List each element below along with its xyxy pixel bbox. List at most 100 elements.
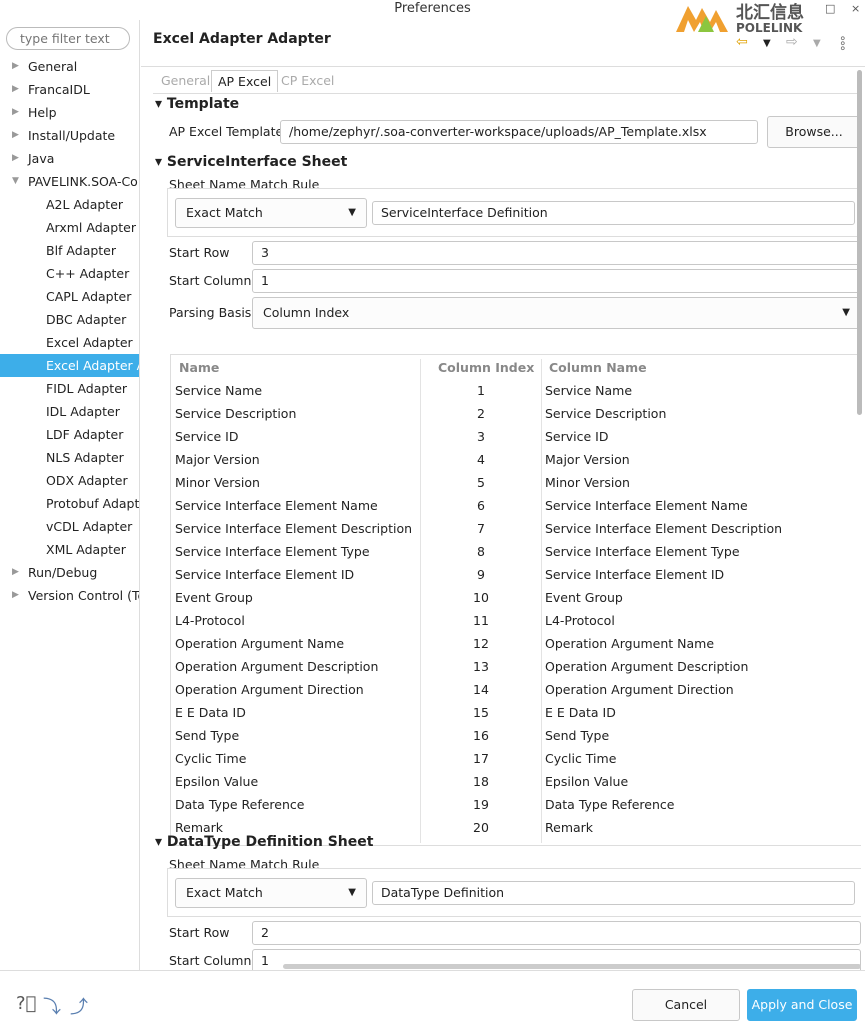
chevron-right-icon[interactable]: ▶ bbox=[12, 78, 19, 101]
cell-column-name: Major Version bbox=[545, 452, 630, 467]
tab-ap-excel[interactable]: AP Excel bbox=[211, 70, 279, 92]
sidebar-item[interactable]: CAPL Adapter bbox=[0, 285, 139, 308]
sidebar-item[interactable]: ▶ Java bbox=[0, 147, 139, 170]
cell-column-index: 1 bbox=[477, 383, 485, 398]
start-column-input[interactable]: 1 bbox=[252, 269, 861, 293]
sidebar-item[interactable]: vCDL Adapter bbox=[0, 515, 139, 538]
tab-cp-excel[interactable]: CP Excel bbox=[275, 70, 340, 92]
sidebar-item[interactable]: DBC Adapter bbox=[0, 308, 139, 331]
cell-column-index: 5 bbox=[477, 475, 485, 490]
chevron-right-icon[interactable]: ▶ bbox=[12, 101, 19, 124]
sidebar-item[interactable]: ▶ Run/Debug bbox=[0, 561, 139, 584]
table-row[interactable]: Service Interface Element Description 7 Se… bbox=[171, 517, 861, 540]
chevron-down-icon[interactable]: ▼ bbox=[813, 38, 821, 49]
table-row[interactable]: Service Description 2 Service Description bbox=[171, 402, 861, 425]
template-path-input[interactable]: /home/zephyr/.soa-converter-workspace/up… bbox=[280, 120, 758, 144]
table-row[interactable]: Major Version 4 Major Version bbox=[171, 448, 861, 471]
table-row[interactable]: Operation Argument Direction 14 Operation … bbox=[171, 678, 861, 701]
table-row[interactable]: Operation Argument Name 12 Operation Argum… bbox=[171, 632, 861, 655]
chevron-down-icon[interactable]: ▼ bbox=[763, 38, 771, 49]
tab-general[interactable]: General bbox=[155, 70, 216, 92]
sidebar-item[interactable]: ▶ Help bbox=[0, 101, 139, 124]
match-rule-select[interactable]: Exact Match ▼ bbox=[175, 198, 367, 228]
sidebar-item[interactable]: ▶ FrancaIDL bbox=[0, 78, 139, 101]
sidebar-item[interactable]: NLS Adapter bbox=[0, 446, 139, 469]
sidebar-item[interactable]: ▶ Install/Update bbox=[0, 124, 139, 147]
cancel-button[interactable]: Cancel bbox=[632, 989, 740, 1021]
parsing-basis-select[interactable]: Column Index ▼ bbox=[252, 297, 861, 329]
horizontal-scrollbar[interactable] bbox=[283, 964, 861, 969]
column-header-index[interactable]: Column Index bbox=[438, 360, 534, 375]
sheet-name-input[interactable]: ServiceInterface Definition bbox=[372, 201, 855, 225]
table-row[interactable]: Operation Argument Description 13 Operatio… bbox=[171, 655, 861, 678]
cell-column-index: 13 bbox=[473, 659, 489, 674]
table-row[interactable]: Cyclic Time 17 Cyclic Time bbox=[171, 747, 861, 770]
sidebar-item[interactable]: ODX Adapter bbox=[0, 469, 139, 492]
filter-input[interactable] bbox=[6, 27, 130, 50]
section-serviceinterface[interactable]: ▾ ServiceInterface Sheet bbox=[155, 154, 347, 170]
chevron-right-icon[interactable]: ▶ bbox=[12, 124, 19, 147]
sidebar-item[interactable]: Excel Adapter bbox=[0, 331, 139, 354]
match-rule-select[interactable]: Exact Match ▼ bbox=[175, 878, 367, 908]
table-row[interactable]: Service Interface Element Name 6 Service I… bbox=[171, 494, 861, 517]
sidebar-item-label: DBC Adapter bbox=[46, 312, 127, 327]
help-icon[interactable]: ?⃝ bbox=[16, 993, 36, 1014]
vertical-scrollbar[interactable] bbox=[857, 70, 862, 415]
table-row[interactable]: Send Type 16 Send Type bbox=[171, 724, 861, 747]
sidebar-item[interactable]: LDF Adapter bbox=[0, 423, 139, 446]
table-row[interactable]: L4-Protocol 11 L4-Protocol bbox=[171, 609, 861, 632]
sidebar-item[interactable]: ▶ General bbox=[0, 55, 139, 78]
more-vertical-icon[interactable]: ∘ ∘ ∘ bbox=[839, 32, 847, 54]
template-label: AP Excel Template bbox=[169, 124, 284, 139]
sidebar-item[interactable]: XML Adapter bbox=[0, 538, 139, 561]
start-column-label: Start Column bbox=[169, 953, 252, 968]
cell-column-name: Operation Argument Direction bbox=[545, 682, 734, 697]
table-row[interactable]: Service ID 3 Service ID bbox=[171, 425, 861, 448]
export-icon[interactable]: ⤴ bbox=[70, 993, 88, 1019]
column-header-name[interactable]: Name bbox=[179, 360, 219, 375]
cell-column-name: Data Type Reference bbox=[545, 797, 675, 812]
sidebar-item[interactable]: ▶ Version Control (Te bbox=[0, 584, 140, 607]
start-row-input[interactable]: 2 bbox=[252, 921, 861, 945]
chevron-right-icon[interactable]: ▶ bbox=[12, 55, 19, 78]
sidebar-item[interactable]: Protobuf Adapt bbox=[0, 492, 140, 515]
table-row[interactable]: Data Type Reference 19 Data Type Reference bbox=[171, 793, 861, 816]
sidebar-item-label: LDF Adapter bbox=[46, 427, 124, 442]
chevron-right-icon[interactable]: ▶ bbox=[12, 584, 19, 607]
sheet-name-input[interactable]: DataType Definition bbox=[372, 881, 855, 905]
cell-column-index: 10 bbox=[473, 590, 489, 605]
close-button[interactable]: × bbox=[851, 2, 860, 15]
sidebar-item[interactable]: Excel Adapter A bbox=[0, 354, 139, 377]
chevron-right-icon[interactable]: ▶ bbox=[12, 147, 19, 170]
start-column-label: Start Column bbox=[169, 273, 252, 288]
table-row[interactable]: Service Name 1 Service Name bbox=[171, 379, 861, 402]
sidebar-item-label: Version Control (Te bbox=[28, 588, 140, 603]
sidebar-item[interactable]: Arxml Adapter bbox=[0, 216, 139, 239]
sidebar-item[interactable]: C++ Adapter bbox=[0, 262, 139, 285]
chevron-right-icon[interactable]: ▶ bbox=[12, 561, 19, 584]
table-row[interactable]: Event Group 10 Event Group bbox=[171, 586, 861, 609]
sidebar-item-label: Protobuf Adapt bbox=[46, 496, 140, 511]
sidebar-item[interactable]: FIDL Adapter bbox=[0, 377, 139, 400]
browse-button[interactable]: Browse... bbox=[767, 116, 861, 148]
column-header-column-name[interactable]: Column Name bbox=[549, 360, 647, 375]
import-icon[interactable]: ⤵ bbox=[43, 993, 61, 1019]
table-row[interactable]: Epsilon Value 18 Epsilon Value bbox=[171, 770, 861, 793]
cell-name: Minor Version bbox=[175, 475, 260, 490]
table-row[interactable]: Minor Version 5 Minor Version bbox=[171, 471, 861, 494]
start-row-input[interactable]: 3 bbox=[252, 241, 861, 265]
chevron-down-icon[interactable]: ▼ bbox=[12, 170, 19, 193]
table-row[interactable]: Service Interface Element Type 8 Service I… bbox=[171, 540, 861, 563]
apply-and-close-button[interactable]: Apply and Close bbox=[747, 989, 857, 1021]
maximize-button[interactable]: □ bbox=[825, 2, 835, 15]
arrow-right-icon[interactable]: ⇨ bbox=[786, 34, 798, 50]
section-template[interactable]: ▾ Template bbox=[155, 96, 239, 112]
sidebar-item[interactable]: IDL Adapter bbox=[0, 400, 139, 423]
sidebar-item[interactable]: Blf Adapter bbox=[0, 239, 139, 262]
section-datatype[interactable]: ▾ DataType Definition Sheet bbox=[155, 834, 373, 850]
table-row[interactable]: Service Interface Element ID 9 Service Int… bbox=[171, 563, 861, 586]
sidebar-item[interactable]: ▼ PAVELINK.SOA-Co bbox=[0, 170, 139, 193]
table-row[interactable]: E E Data ID 15 E E Data ID bbox=[171, 701, 861, 724]
sidebar-item[interactable]: A2L Adapter bbox=[0, 193, 139, 216]
arrow-left-icon[interactable]: ⇦ bbox=[736, 34, 748, 50]
